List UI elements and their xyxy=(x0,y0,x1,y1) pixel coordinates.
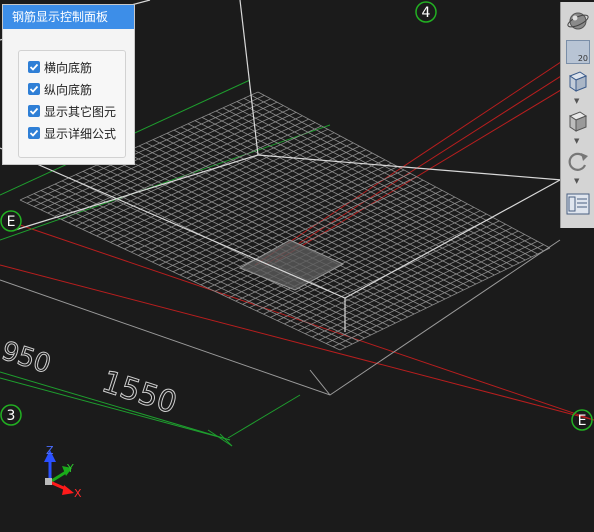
box-view-icon xyxy=(568,111,588,132)
selected-element xyxy=(238,239,345,291)
option-label: 显示详细公式 xyxy=(44,126,117,141)
axis-bubble-3: 3 xyxy=(0,404,22,426)
panel-options-group: 横向底筋 纵向底筋 显示其它图元 显示详细公式 xyxy=(18,50,126,158)
view-cube-icon xyxy=(568,71,588,92)
svg-text:4: 4 xyxy=(422,5,431,21)
view-cube-dropdown-arrow[interactable]: ▼ xyxy=(574,98,579,105)
rotate-button[interactable] xyxy=(566,148,590,174)
triad-x-label: X xyxy=(74,487,82,500)
checkbox-checked-icon[interactable] xyxy=(28,127,40,139)
option-label: 横向底筋 xyxy=(44,60,93,75)
box-view-dropdown-arrow[interactable]: ▼ xyxy=(574,138,579,145)
checkbox-checked-icon[interactable] xyxy=(28,61,40,73)
layers-icon xyxy=(566,193,590,215)
checkbox-checked-icon[interactable] xyxy=(28,83,40,95)
orbit-button[interactable] xyxy=(566,8,590,34)
layers-button[interactable] xyxy=(566,192,590,216)
axis-bubble-e-left: E xyxy=(0,210,22,232)
option-horizontal-bottom-rebar[interactable]: 横向底筋 xyxy=(28,56,125,78)
axis-bubble-e-right: E xyxy=(571,409,593,431)
orbit-icon xyxy=(567,12,589,30)
option-label: 纵向底筋 xyxy=(44,82,93,97)
option-show-other-elements[interactable]: 显示其它图元 xyxy=(28,100,125,122)
view-toolbar: 20 ▼ ▼ ▼ xyxy=(560,2,594,228)
triad-z-label: Z xyxy=(46,444,54,457)
svg-text:E: E xyxy=(578,413,587,429)
zoom-level-label: 20 xyxy=(577,54,588,63)
option-show-detailed-formula[interactable]: 显示详细公式 xyxy=(28,122,125,144)
dimension-label-left: 950 xyxy=(0,336,54,380)
rebar-display-control-panel: 钢筋显示控制面板 横向底筋 纵向底筋 显示其它图元 显示详细公式 xyxy=(2,4,135,165)
view-cube-button[interactable] xyxy=(566,68,590,94)
svg-text:E: E xyxy=(7,214,16,230)
zoom-level-button[interactable]: 20 xyxy=(566,40,590,64)
axis-triad: Z Y X xyxy=(44,444,82,500)
rotate-icon xyxy=(568,152,588,171)
checkbox-checked-icon[interactable] xyxy=(28,105,40,117)
triad-y-label: Y xyxy=(66,462,74,475)
svg-text:3: 3 xyxy=(7,408,16,424)
option-label: 显示其它图元 xyxy=(44,104,117,119)
axis-bubble-4: 4 xyxy=(415,1,437,23)
panel-title: 钢筋显示控制面板 xyxy=(3,5,134,29)
rotate-dropdown-arrow[interactable]: ▼ xyxy=(574,178,579,185)
box-view-button[interactable] xyxy=(566,108,590,134)
option-vertical-bottom-rebar[interactable]: 纵向底筋 xyxy=(28,78,125,100)
